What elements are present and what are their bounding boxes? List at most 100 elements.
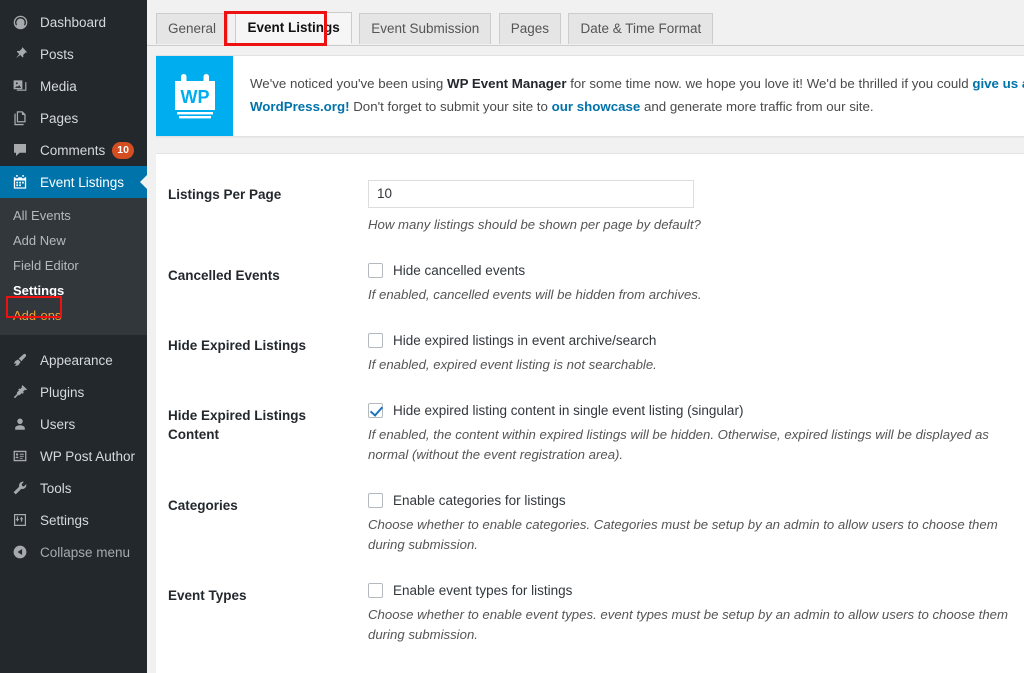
setting-row-categories: Categories Enable categories for listing… <box>156 475 1024 565</box>
settings-form-table: Listings Per Page How many listings shou… <box>156 164 1024 673</box>
sidebar-item-wp-post-author[interactable]: WP Post Author <box>0 440 147 472</box>
categories-checkbox[interactable] <box>368 493 383 509</box>
setting-description: If enabled, expired event listing is not… <box>368 356 657 372</box>
notice-text-b: for some time now. we hope you love it! … <box>566 76 973 91</box>
tab-pages[interactable]: Pages <box>498 13 561 44</box>
setting-row-listings-per-page: Listings Per Page How many listings shou… <box>156 164 1024 245</box>
sidebar-item-label: Settings <box>40 512 89 528</box>
submenu-item-add-new[interactable]: Add New <box>0 228 147 253</box>
setting-field: Enable ticket prices for listings Choose… <box>368 655 1024 673</box>
sidebar-item-label: Collapse menu <box>40 544 131 560</box>
submenu-item-settings[interactable]: Settings <box>0 278 147 303</box>
sidebar-item-tools[interactable]: Tools <box>0 472 147 504</box>
categories-checkbox-row[interactable]: Enable categories for listings <box>368 493 1024 509</box>
sidebar-item-posts[interactable]: Posts <box>0 38 147 70</box>
settings-tab-bar: General Event Listings Event Submission … <box>147 0 1024 46</box>
sidebar-item-label: Media <box>40 78 77 94</box>
admin-sidebar: Dashboard Posts Media Pages Comments 10 … <box>0 0 147 673</box>
setting-field: How many listings should be shown per pa… <box>368 164 1024 245</box>
notice-line-1: We've noticed you've been using WP Event… <box>250 73 1024 96</box>
sidebar-item-label: WP Post Author <box>40 448 136 464</box>
setting-label: Hide Expired Listings <box>168 337 307 353</box>
sidebar-item-plugins[interactable]: Plugins <box>0 376 147 408</box>
calendar-icon <box>9 172 31 192</box>
tab-date-time-format[interactable]: Date & Time Format <box>568 13 714 44</box>
sidebar-item-label: Comments <box>40 142 106 158</box>
sidebar-item-dashboard[interactable]: Dashboard <box>0 6 147 38</box>
pages-icon <box>9 108 31 128</box>
setting-description: How many listings should be shown per pa… <box>368 216 701 232</box>
sidebar-item-settings[interactable]: Settings <box>0 504 147 536</box>
notice-text-a: We've noticed you've been using <box>250 76 448 91</box>
setting-field: Hide expired listing content in single e… <box>368 385 1024 475</box>
comments-count-badge: 10 <box>112 141 134 159</box>
notice-line-2: WordPress.org! Don't forget to submit yo… <box>250 96 1024 119</box>
submenu-item-addons[interactable]: Add-ons <box>0 303 147 328</box>
sidebar-item-users[interactable]: Users <box>0 408 147 440</box>
hide-expired-listings-checkbox-row[interactable]: Hide expired listings in event archive/s… <box>368 332 1024 348</box>
rating-link[interactable]: give us a nice rating on <box>972 76 1024 91</box>
tab-event-listings[interactable]: Event Listings <box>235 12 352 44</box>
listings-per-page-input[interactable] <box>368 179 694 208</box>
collapse-arrow-icon <box>9 542 31 562</box>
cancelled-events-checkbox-row[interactable]: Hide cancelled events <box>368 262 1024 278</box>
main-content: General Event Listings Event Submission … <box>147 0 1024 673</box>
id-card-icon <box>9 446 31 466</box>
wordpress-org-link[interactable]: WordPress.org! <box>250 99 350 114</box>
checkbox-label: Hide cancelled events <box>393 262 526 278</box>
setting-label: Listings Per Page <box>168 186 282 202</box>
setting-row-hide-expired-listings: Hide Expired Listings Hide expired listi… <box>156 315 1024 385</box>
sliders-icon <box>9 510 31 530</box>
sidebar-item-label: Tools <box>40 480 72 496</box>
notice-text: We've noticed you've been using WP Event… <box>233 56 1024 136</box>
sidebar-item-event-listings[interactable]: Event Listings <box>0 166 147 198</box>
dashboard-icon <box>9 12 31 32</box>
sidebar-item-label: Plugins <box>40 384 85 400</box>
sidebar-item-label: Event Listings <box>40 174 125 190</box>
setting-description: If enabled, cancelled events will be hid… <box>368 286 702 302</box>
setting-row-event-types: Event Types Enable event types for listi… <box>156 565 1024 655</box>
hide-expired-content-checkbox[interactable] <box>368 402 383 418</box>
setting-field: Enable event types for listings Choose w… <box>368 565 1024 655</box>
checkbox-label: Enable categories for listings <box>393 493 566 509</box>
hide-expired-listings-checkbox[interactable] <box>368 332 383 348</box>
wrench-icon <box>9 478 31 498</box>
wp-calendar-logo-icon: WP <box>174 73 215 119</box>
wp-event-manager-logo: WP <box>156 56 233 136</box>
submenu-item-field-editor[interactable]: Field Editor <box>0 253 147 278</box>
event-types-checkbox-row[interactable]: Enable event types for listings <box>368 583 1024 599</box>
sidebar-item-label: Pages <box>40 110 79 126</box>
setting-label: Hide Expired Listings Content <box>168 407 307 442</box>
plugin-review-notice: WP We've noticed you've been using WP Ev… <box>156 55 1024 137</box>
tab-event-submission[interactable]: Event Submission <box>359 13 492 44</box>
sidebar-item-appearance[interactable]: Appearance <box>0 344 147 376</box>
pin-icon <box>9 44 31 64</box>
sidebar-item-comments[interactable]: Comments 10 <box>0 134 147 166</box>
notice-text-d: and generate more traffic from our site. <box>640 98 874 114</box>
setting-label: Ticket prices <box>156 655 368 673</box>
setting-field: Hide expired listings in event archive/s… <box>368 315 1024 385</box>
sidebar-item-media[interactable]: Media <box>0 70 147 102</box>
setting-row-ticket-prices: Ticket prices Enable ticket prices for l… <box>156 655 1024 673</box>
media-icon <box>9 76 31 96</box>
showcase-link[interactable]: our showcase <box>552 99 641 114</box>
tab-general[interactable]: General <box>156 13 229 44</box>
event-types-checkbox[interactable] <box>368 583 383 599</box>
sidebar-item-pages[interactable]: Pages <box>0 102 147 134</box>
checkbox-label: Hide expired listing content in single e… <box>393 402 744 418</box>
setting-field: Hide cancelled events If enabled, cancel… <box>368 245 1024 315</box>
user-icon <box>9 414 31 434</box>
notice-product-name: WP Event Manager <box>447 76 567 91</box>
setting-description: Choose whether to enable categories. Cat… <box>368 517 998 553</box>
setting-field: Enable categories for listings Choose wh… <box>368 475 1024 565</box>
notice-text-c: Don't forget to submit your site to <box>349 98 552 114</box>
hide-expired-content-checkbox-row[interactable]: Hide expired listing content in single e… <box>368 402 1024 418</box>
setting-row-hide-expired-listings-content: Hide Expired Listings Content Hide expir… <box>156 385 1024 475</box>
setting-description: Choose whether to enable event types. ev… <box>368 607 1008 643</box>
cancelled-events-checkbox[interactable] <box>368 262 383 278</box>
sidebar-item-collapse-menu[interactable]: Collapse menu <box>0 536 147 568</box>
checkbox-label: Hide expired listings in event archive/s… <box>393 332 657 348</box>
setting-label: Categories <box>168 498 238 514</box>
setting-row-cancelled-events: Cancelled Events Hide cancelled events I… <box>156 245 1024 315</box>
submenu-item-all-events[interactable]: All Events <box>0 203 147 228</box>
